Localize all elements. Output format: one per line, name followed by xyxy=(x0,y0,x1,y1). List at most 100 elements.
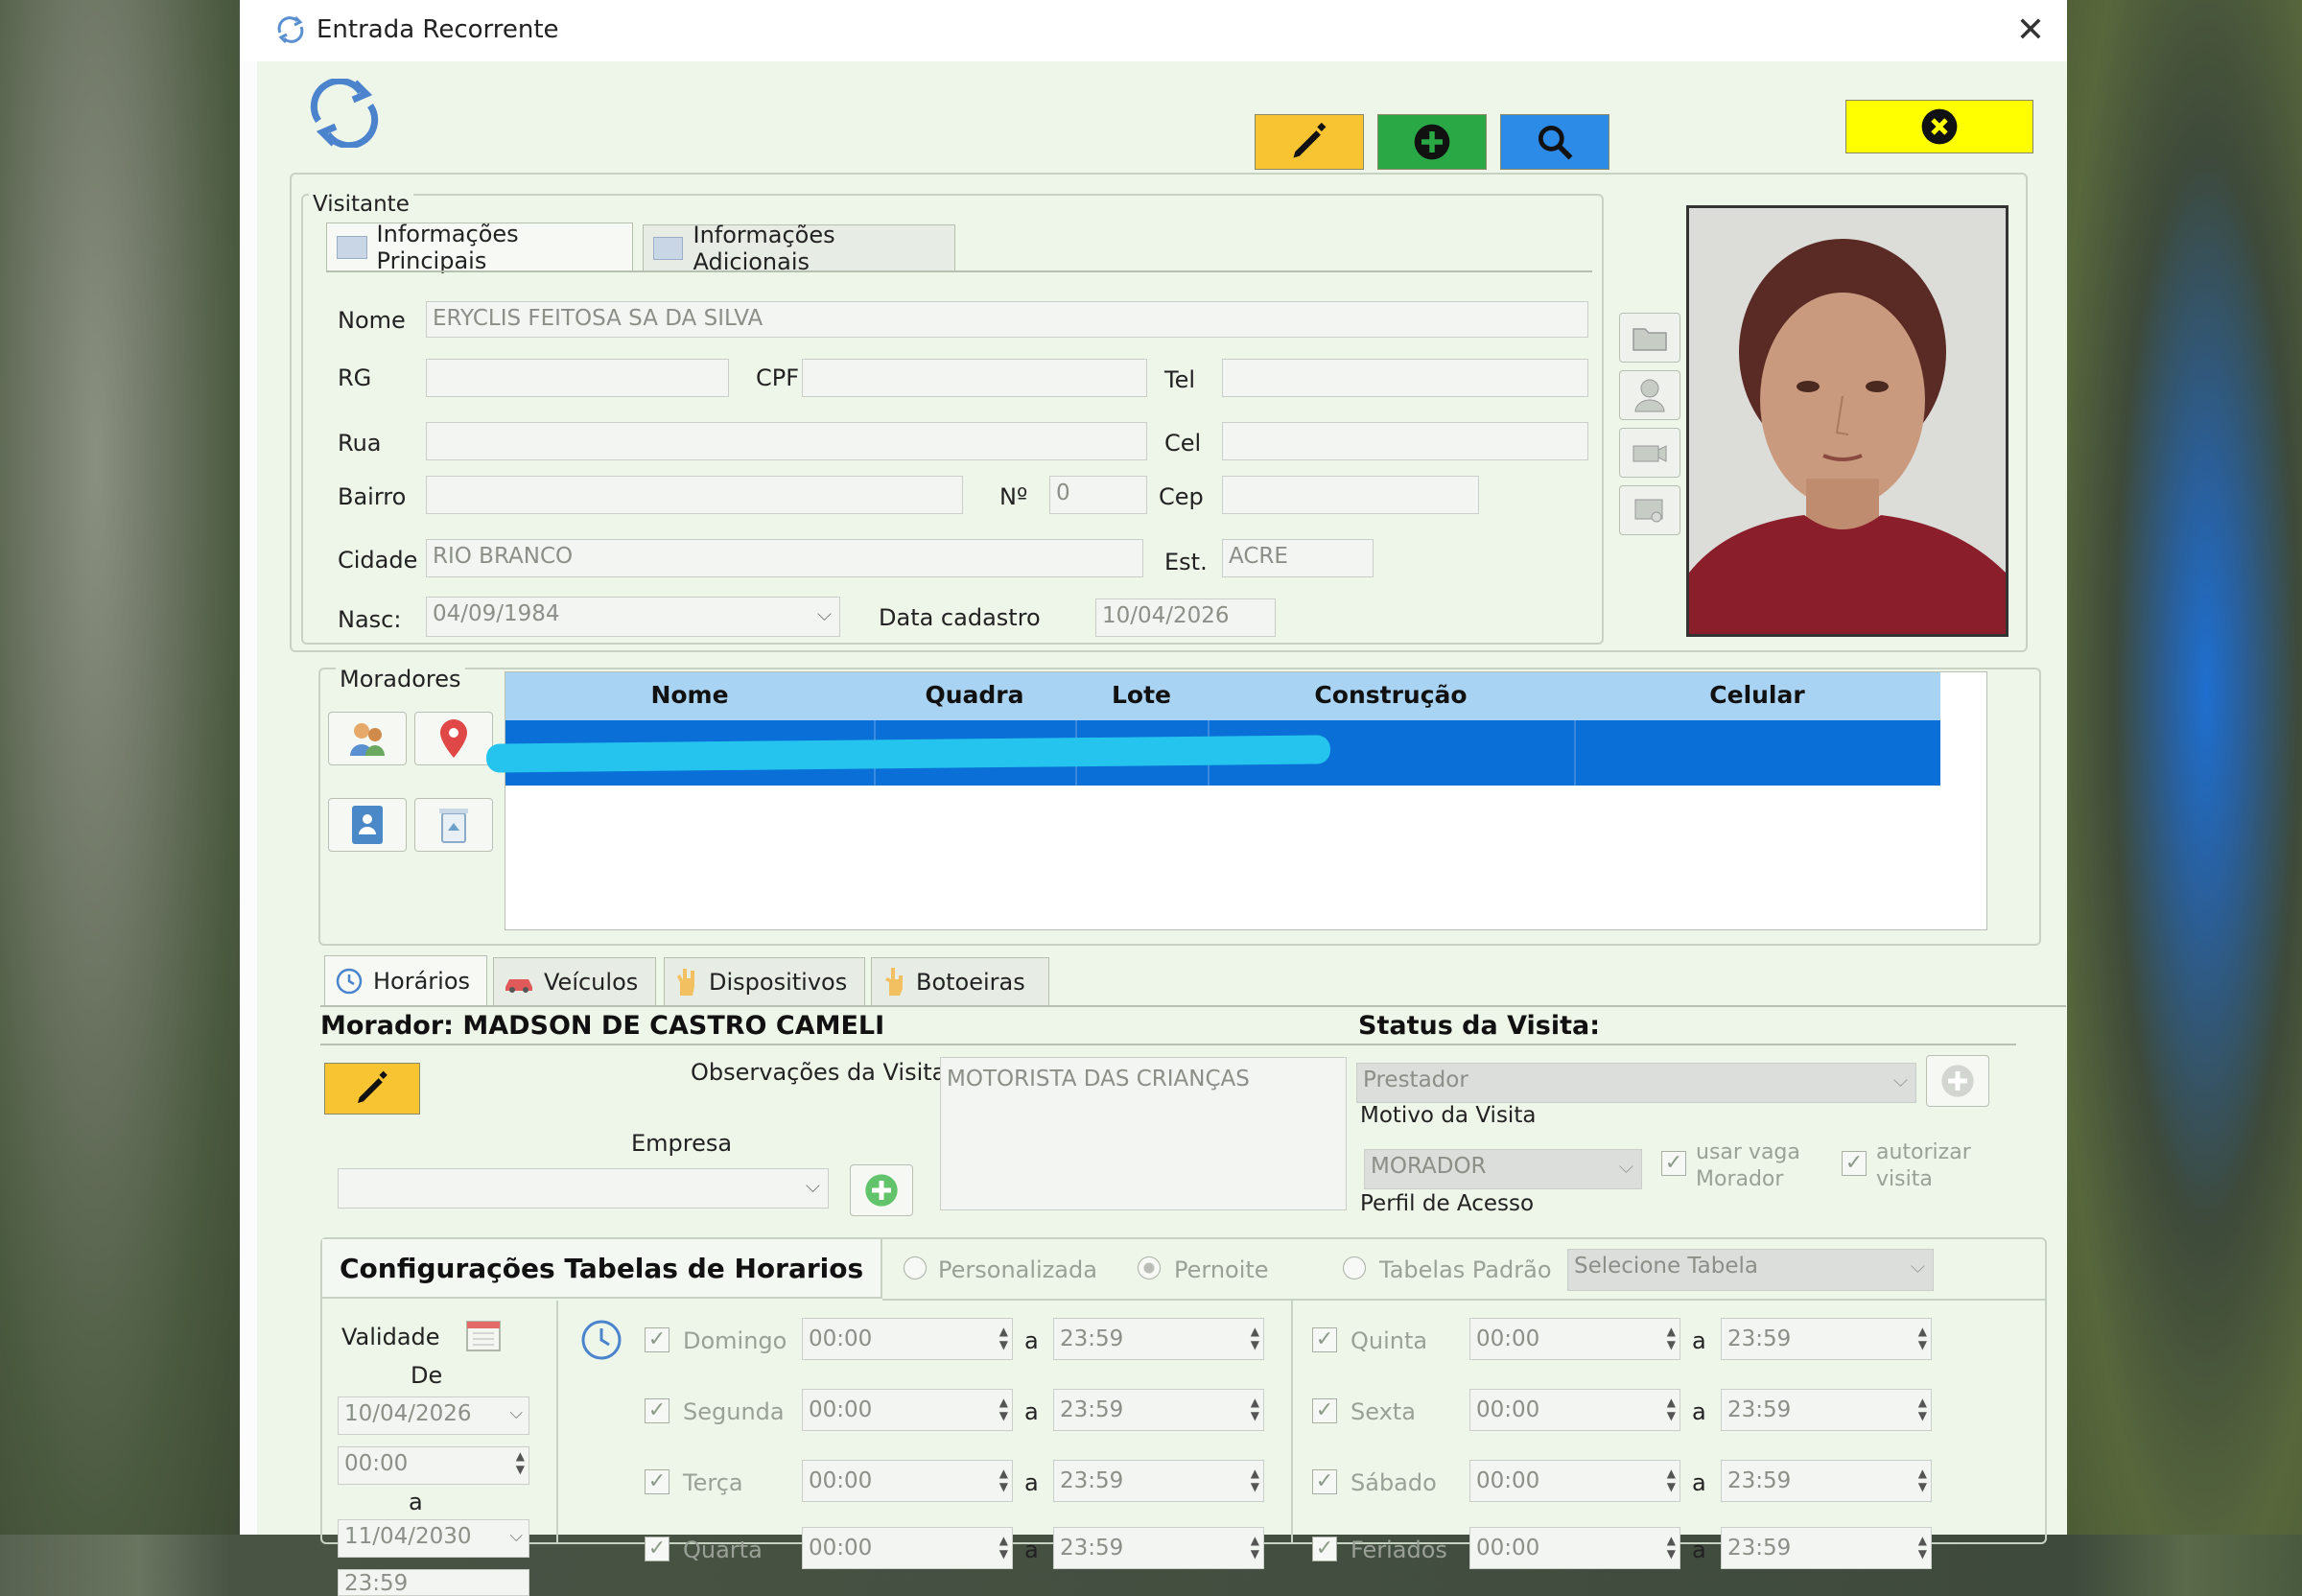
day-from-time[interactable]: 00:00 ▲ ▼ xyxy=(802,1389,1013,1431)
tel-field[interactable] xyxy=(1222,359,1588,397)
autorizar-checkbox[interactable]: ✓ xyxy=(1842,1151,1867,1176)
nasc-datepicker[interactable]: 04/09/1984 ⌵ xyxy=(426,597,840,637)
obs-textarea[interactable]: MOTORISTA DAS CRIANÇAS xyxy=(940,1057,1347,1210)
day-checkbox[interactable]: ✓ xyxy=(645,1537,669,1561)
document-scan-button[interactable] xyxy=(1619,485,1680,535)
cpf-field[interactable] xyxy=(802,359,1147,397)
radio-personalizada[interactable] xyxy=(904,1256,927,1279)
day-to-time[interactable]: 23:59 ▲ ▼ xyxy=(1053,1389,1264,1431)
nome-field[interactable]: ERYCLIS FEITOSA SA DA SILVA xyxy=(426,301,1588,338)
morador-location-button[interactable] xyxy=(414,712,493,765)
spinner-arrows-icon[interactable]: ▲ ▼ xyxy=(1918,1325,1927,1351)
est-field[interactable]: ACRE xyxy=(1222,539,1374,577)
grid-header-nome[interactable]: Nome xyxy=(505,672,874,718)
spinner-arrows-icon[interactable]: ▲ ▼ xyxy=(1667,1534,1676,1561)
day-checkbox[interactable]: ✓ xyxy=(1312,1327,1337,1352)
day-to-time[interactable]: 23:59 ▲ ▼ xyxy=(1053,1460,1264,1502)
morador-contact-button[interactable] xyxy=(328,798,407,852)
cep-field[interactable] xyxy=(1222,476,1479,514)
table-row[interactable] xyxy=(485,720,1940,786)
tab-informacoes-adicionais[interactable]: Informações Adicionais xyxy=(643,222,955,275)
spinner-arrows-icon[interactable]: ▲ ▼ xyxy=(999,1325,1008,1351)
day-from-time[interactable]: 00:00 ▲ ▼ xyxy=(1469,1460,1680,1502)
de-time[interactable]: 00:00 ▲ ▼ xyxy=(338,1446,529,1485)
grid-header-quadra[interactable]: Quadra xyxy=(874,672,1075,718)
close-window-button[interactable]: ✕ xyxy=(2009,10,2052,52)
bairro-field[interactable] xyxy=(426,476,963,514)
day-to-time[interactable]: 23:59 ▲ ▼ xyxy=(1721,1460,1932,1502)
rg-field[interactable] xyxy=(426,359,729,397)
user-photo-button[interactable] xyxy=(1619,370,1680,420)
motivo-select[interactable]: Prestador ⌵ xyxy=(1356,1063,1916,1103)
day-checkbox[interactable]: ✓ xyxy=(1312,1398,1337,1423)
day-checkbox[interactable]: ✓ xyxy=(645,1469,669,1494)
day-from-time[interactable]: 00:00 ▲ ▼ xyxy=(802,1460,1013,1502)
day-from-time[interactable]: 00:00 ▲ ▼ xyxy=(1469,1389,1680,1431)
day-checkbox[interactable]: ✓ xyxy=(1312,1469,1337,1494)
add-button[interactable] xyxy=(1377,114,1487,170)
spinner-arrows-icon[interactable]: ▲ ▼ xyxy=(1918,1396,1927,1422)
add-empresa-button[interactable] xyxy=(850,1164,913,1216)
rua-field[interactable] xyxy=(426,422,1147,460)
spinner-arrows-icon[interactable]: ▲ ▼ xyxy=(1667,1396,1676,1422)
day-to-time[interactable]: 23:59 ▲ ▼ xyxy=(1721,1318,1932,1360)
spinner-arrows-icon[interactable]: ▲ ▼ xyxy=(1918,1467,1927,1493)
day-to-time[interactable]: 23:59 ▲ ▼ xyxy=(1053,1527,1264,1569)
grid-header-construcao[interactable]: Construção xyxy=(1208,672,1574,718)
ate-time[interactable]: 23:59 xyxy=(338,1569,529,1596)
day-from-time[interactable]: 00:00 ▲ ▼ xyxy=(802,1318,1013,1360)
cel-field[interactable] xyxy=(1222,422,1588,460)
cidade-field[interactable]: RIO BRANCO xyxy=(426,539,1143,577)
morador-delete-button[interactable] xyxy=(414,798,493,852)
day-checkbox[interactable]: ✓ xyxy=(645,1327,669,1352)
spinner-arrows-icon[interactable]: ▲ ▼ xyxy=(1251,1467,1259,1493)
radio-tabelas-padrao[interactable] xyxy=(1343,1256,1366,1279)
data-cadastro-field[interactable]: 10/04/2026 xyxy=(1095,598,1276,637)
edit-morador-button[interactable] xyxy=(324,1063,420,1115)
ate-date[interactable]: 11/04/2030 ⌵ xyxy=(338,1519,529,1558)
close-circle-icon xyxy=(1921,108,1958,145)
spinner-arrows-icon[interactable]: ▲ ▼ xyxy=(999,1534,1008,1561)
add-motivo-button[interactable] xyxy=(1926,1055,1989,1107)
spinner-arrows-icon[interactable]: ▲ ▼ xyxy=(999,1467,1008,1493)
spinner-arrows-icon[interactable]: ▲ ▼ xyxy=(1667,1325,1676,1351)
search-button[interactable] xyxy=(1500,114,1609,170)
tabela-select[interactable]: Selecione Tabela ⌵ xyxy=(1567,1249,1934,1291)
spinner-arrows-icon[interactable]: ▲ ▼ xyxy=(1251,1325,1259,1351)
spinner-arrows-icon[interactable]: ▲ ▼ xyxy=(1667,1467,1676,1493)
exit-button[interactable] xyxy=(1845,100,2033,153)
tab-dispositivos[interactable]: Dispositivos xyxy=(664,957,865,1005)
morador-select-button[interactable] xyxy=(328,712,407,765)
tab-botoeiras[interactable]: Botoeiras xyxy=(871,957,1049,1005)
usar-vaga-checkbox[interactable]: ✓ xyxy=(1661,1151,1686,1176)
spinner-arrows-icon[interactable]: ▲ ▼ xyxy=(1251,1396,1259,1422)
spinner-arrows-icon[interactable]: ▲ ▼ xyxy=(516,1449,525,1476)
spinner-arrows-icon[interactable]: ▲ ▼ xyxy=(1918,1534,1927,1561)
day-to-time[interactable]: 23:59 ▲ ▼ xyxy=(1053,1318,1264,1360)
day-from-time[interactable]: 00:00 ▲ ▼ xyxy=(802,1527,1013,1569)
perfil-select[interactable]: MORADOR ⌵ xyxy=(1364,1149,1642,1189)
empresa-select[interactable]: ⌵ xyxy=(338,1168,829,1209)
camera-button[interactable] xyxy=(1619,428,1680,478)
numero-field[interactable]: 0 xyxy=(1049,476,1147,514)
day-to-time[interactable]: 23:59 ▲ ▼ xyxy=(1721,1389,1932,1431)
grid-header-lote[interactable]: Lote xyxy=(1075,672,1208,718)
edit-button[interactable] xyxy=(1255,114,1364,170)
spinner-arrows-icon[interactable]: ▲ ▼ xyxy=(999,1396,1008,1422)
spinner-arrows-icon[interactable]: ▲ ▼ xyxy=(1251,1534,1259,1561)
day-from-time[interactable]: 00:00 ▲ ▼ xyxy=(1469,1318,1680,1360)
day-checkbox[interactable]: ✓ xyxy=(1312,1537,1337,1561)
grid-header-celular[interactable]: Celular xyxy=(1574,672,1940,718)
background-left xyxy=(0,0,240,1535)
day-to-time[interactable]: 23:59 ▲ ▼ xyxy=(1721,1527,1932,1569)
folder-button[interactable] xyxy=(1619,313,1680,363)
tab-veiculos[interactable]: Veículos xyxy=(493,957,656,1005)
radio-pernoite[interactable] xyxy=(1138,1256,1161,1279)
day-from-time[interactable]: 00:00 ▲ ▼ xyxy=(1469,1527,1680,1569)
tab-informacoes-principais[interactable]: Informações Principais xyxy=(326,221,633,274)
time-value: 23:59 xyxy=(1060,1468,1124,1493)
de-date[interactable]: 10/04/2026 ⌵ xyxy=(338,1396,529,1435)
tab-horarios[interactable]: Horários xyxy=(324,955,487,1005)
day-checkbox[interactable]: ✓ xyxy=(645,1398,669,1423)
moradores-grid[interactable]: Nome Quadra Lote Construção Celular xyxy=(485,671,1987,930)
